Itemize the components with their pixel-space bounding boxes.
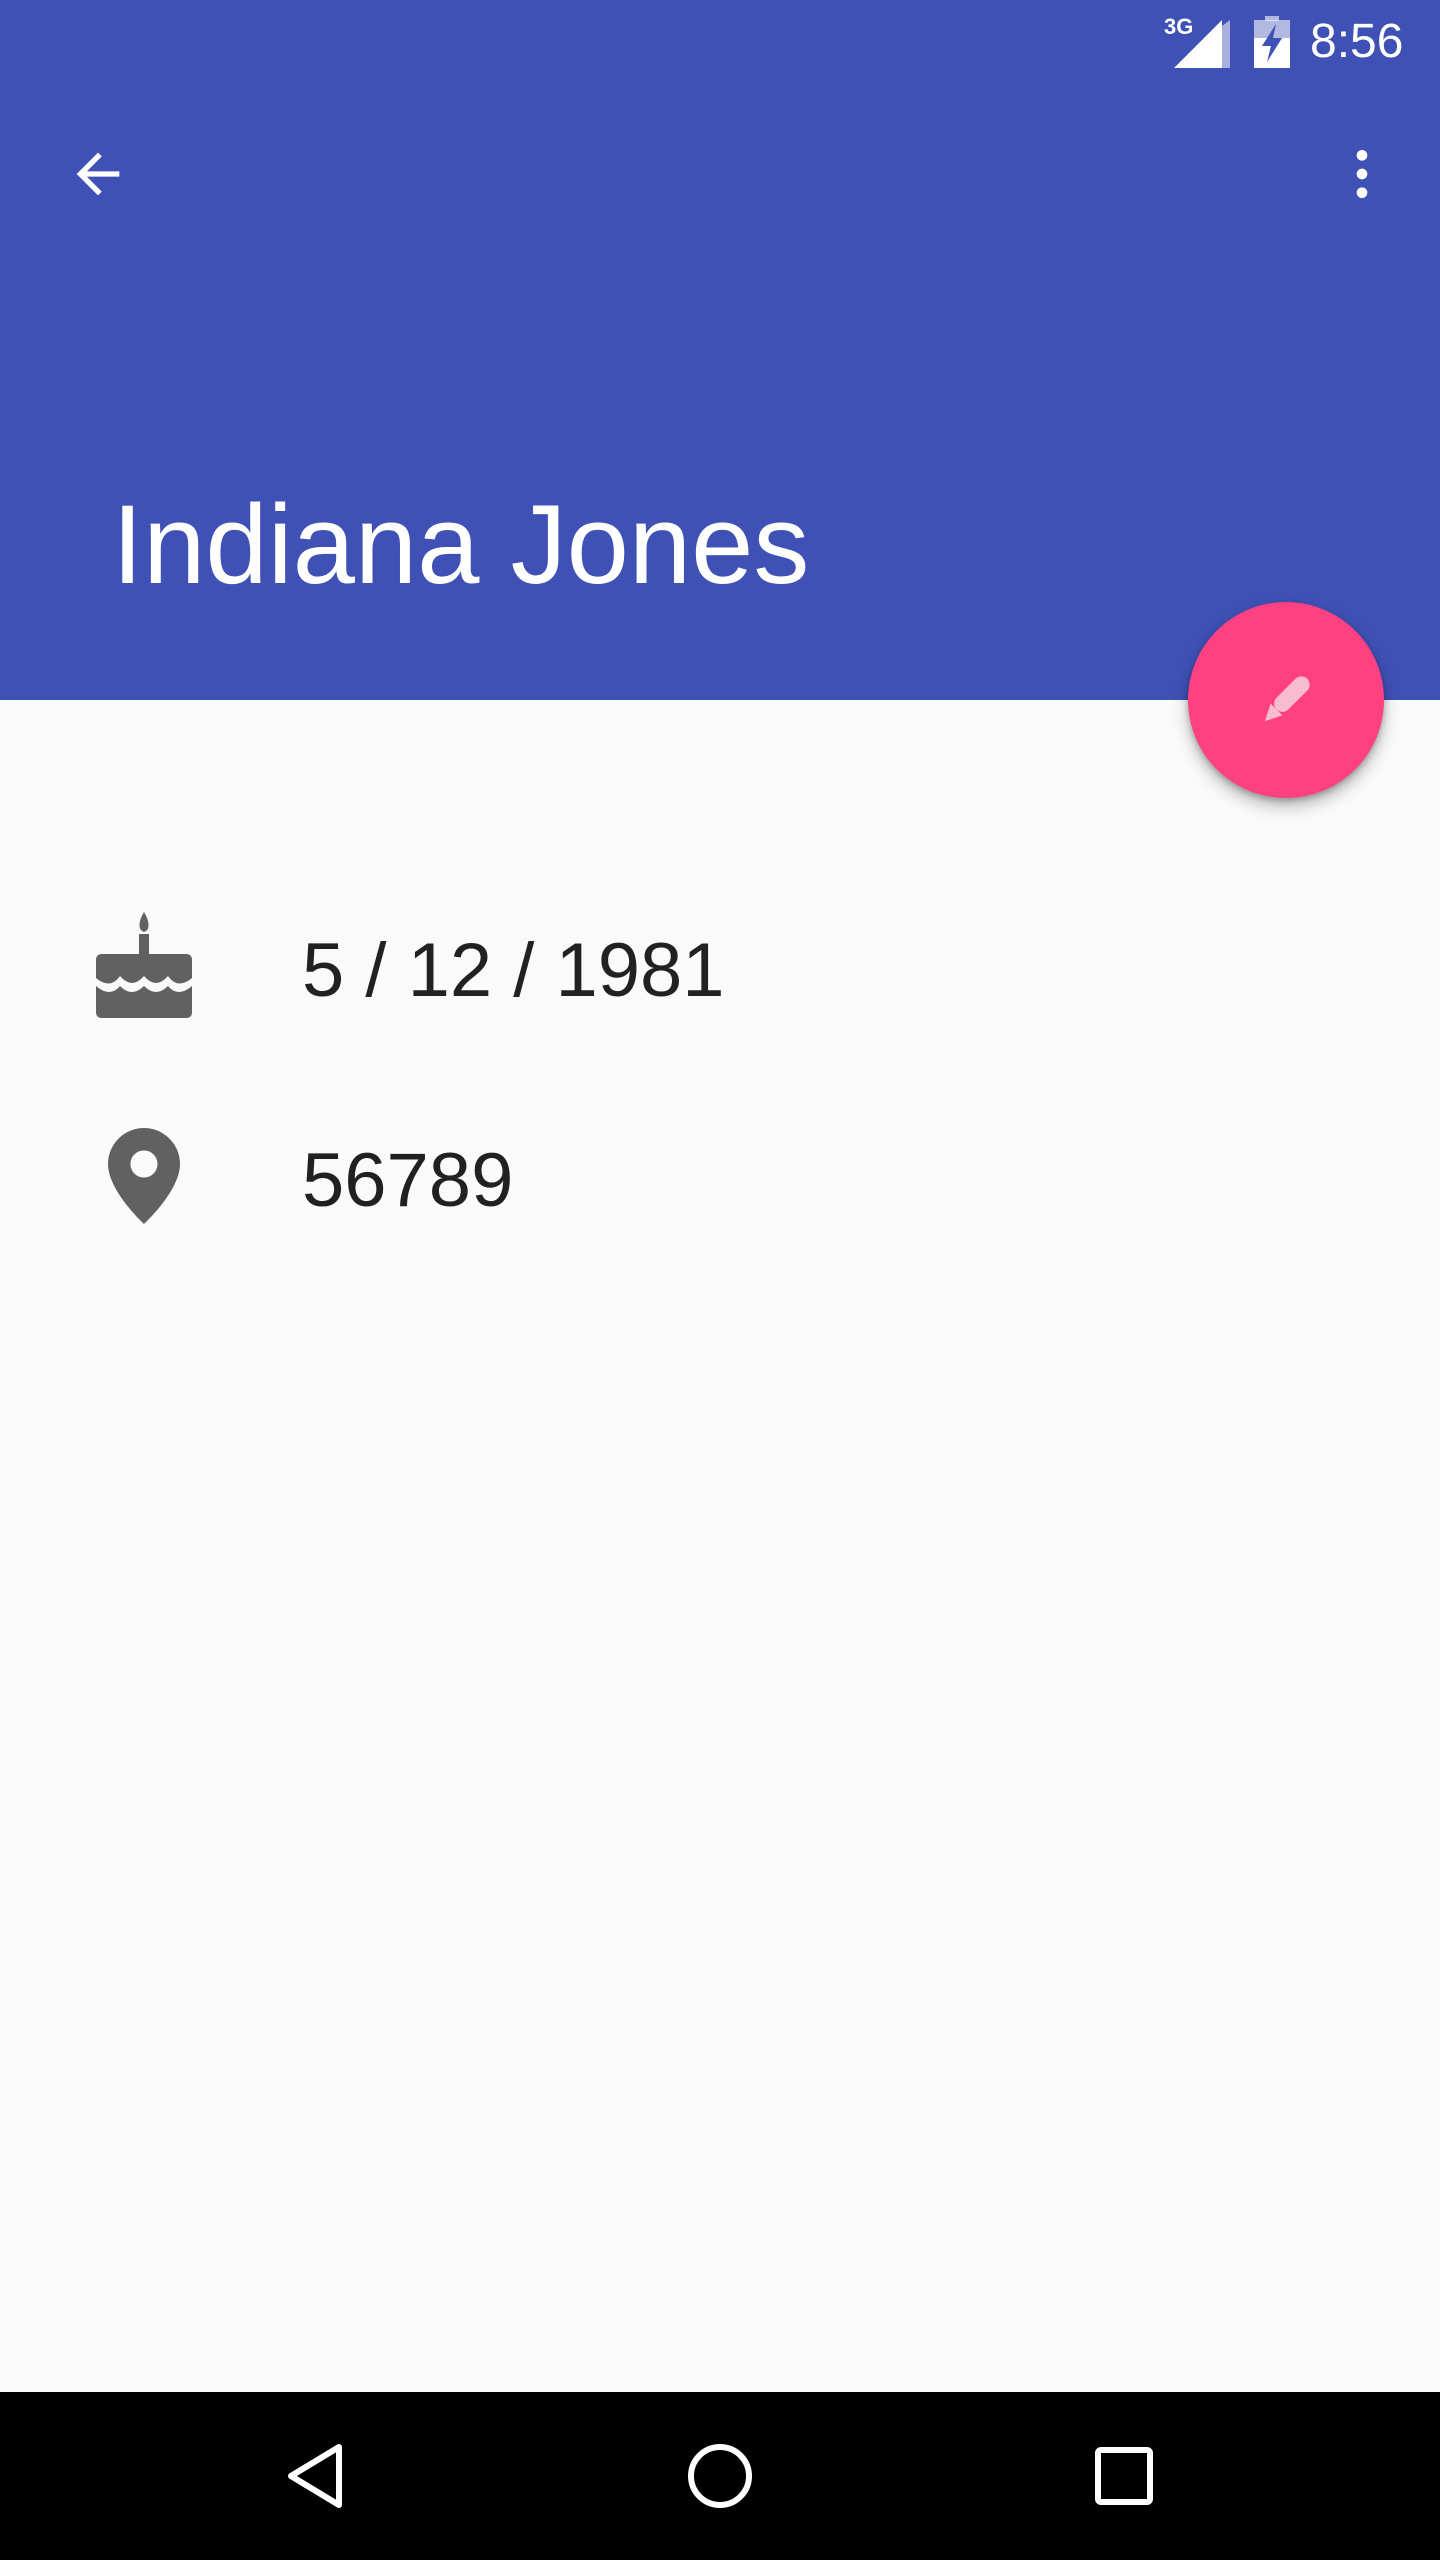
system-navigation-bar — [0, 2392, 1440, 2560]
nav-home-button[interactable] — [650, 2406, 790, 2546]
toolbar — [0, 84, 1440, 280]
status-time: 8:56 — [1310, 15, 1404, 68]
network-indicator: 3G — [1164, 16, 1230, 68]
more-options-button[interactable] — [1312, 124, 1412, 224]
cake-icon-wrapper — [92, 912, 196, 1020]
arrow-back-icon — [76, 152, 120, 196]
status-bar: 3G 8:56 — [0, 0, 1440, 84]
nav-back-button[interactable] — [246, 2406, 386, 2546]
cake-icon — [96, 912, 192, 1018]
contact-detail-screen: 3G 8:56 Indiana Jones 5 / 12 / 1981 5678… — [0, 0, 1440, 2560]
nav-recents-icon — [1095, 2447, 1153, 2505]
edit-pencil-icon — [1264, 676, 1310, 722]
contact-name-title: Indiana Jones — [112, 482, 810, 607]
place-icon — [108, 1128, 180, 1224]
birthday-row: 5 / 12 / 1981 — [0, 886, 1440, 1046]
battery-charging-icon — [1254, 16, 1290, 68]
location-value: 56789 — [302, 1138, 514, 1223]
nav-home-icon — [688, 2444, 752, 2508]
signal-icon — [1174, 20, 1230, 68]
birthday-value: 5 / 12 / 1981 — [302, 928, 725, 1013]
location-row: 56789 — [0, 1096, 1440, 1256]
nav-back-icon — [288, 2444, 342, 2508]
app-bar-header: 3G 8:56 Indiana Jones — [0, 0, 1440, 700]
place-icon-wrapper — [92, 1122, 196, 1230]
back-button[interactable] — [48, 124, 148, 224]
nav-recents-button[interactable] — [1054, 2406, 1194, 2546]
edit-contact-fab[interactable] — [1188, 602, 1384, 798]
more-vert-icon — [1356, 150, 1368, 198]
